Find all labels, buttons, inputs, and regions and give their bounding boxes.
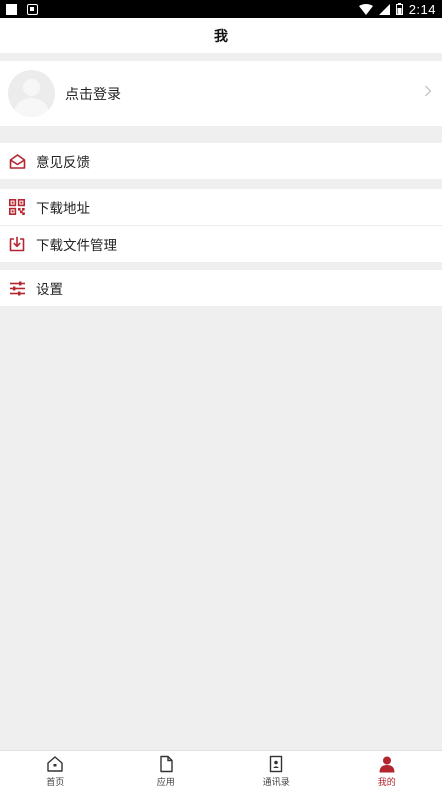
- person-icon: [379, 756, 395, 773]
- avatar[interactable]: [8, 70, 55, 117]
- status-bar: 2:14: [0, 0, 442, 18]
- qr-code-icon: [8, 198, 26, 216]
- nav-item-apps-label: 应用: [156, 778, 175, 788]
- mail-icon: [8, 152, 26, 170]
- app-notification-icon: [6, 3, 17, 15]
- battery-icon: [395, 3, 403, 15]
- nav-item-me[interactable]: 我的: [332, 751, 442, 790]
- avatar-body-shape: [14, 98, 49, 117]
- nav-item-contacts[interactable]: 通讯录: [221, 751, 331, 790]
- document-icon: [160, 755, 173, 773]
- title-bar: 我: [0, 18, 442, 53]
- menu-item-settings[interactable]: 设置: [0, 270, 442, 306]
- status-right: 2:14: [358, 1, 436, 17]
- chevron-right-icon: [425, 85, 432, 97]
- status-left: [6, 3, 38, 15]
- menu-item-download-address[interactable]: 下载地址: [0, 189, 442, 225]
- nav-item-me-label: 我的: [377, 778, 396, 788]
- home-icon: [47, 756, 63, 772]
- bottom-nav: 首页 应用 通讯录 我的: [0, 750, 442, 790]
- nav-item-home-label: 首页: [46, 778, 65, 788]
- nav-item-home[interactable]: 首页: [0, 751, 110, 790]
- photo-notification-icon: [27, 3, 38, 15]
- menu-item-download-address-label: 下载地址: [36, 201, 90, 217]
- download-icon: [8, 235, 26, 253]
- status-time: 2:14: [408, 1, 436, 17]
- contacts-icon: [270, 755, 283, 773]
- page-title: 我: [214, 28, 228, 45]
- avatar-head-shape: [23, 79, 40, 96]
- menu-item-download-manager[interactable]: 下载文件管理: [0, 226, 442, 262]
- login-card[interactable]: 点击登录: [0, 61, 442, 126]
- nav-item-contacts-label: 通讯录: [262, 778, 290, 788]
- nav-item-apps[interactable]: 应用: [111, 751, 221, 790]
- signal-icon: [378, 3, 390, 15]
- login-label[interactable]: 点击登录: [65, 84, 121, 104]
- menu-item-feedback-label: 意见反馈: [36, 155, 90, 171]
- menu-item-feedback[interactable]: 意见反馈: [0, 143, 442, 179]
- menu-item-download-manager-label: 下载文件管理: [36, 238, 117, 254]
- menu-item-settings-label: 设置: [36, 282, 63, 298]
- wifi-icon: [358, 3, 373, 15]
- sliders-icon: [8, 279, 26, 297]
